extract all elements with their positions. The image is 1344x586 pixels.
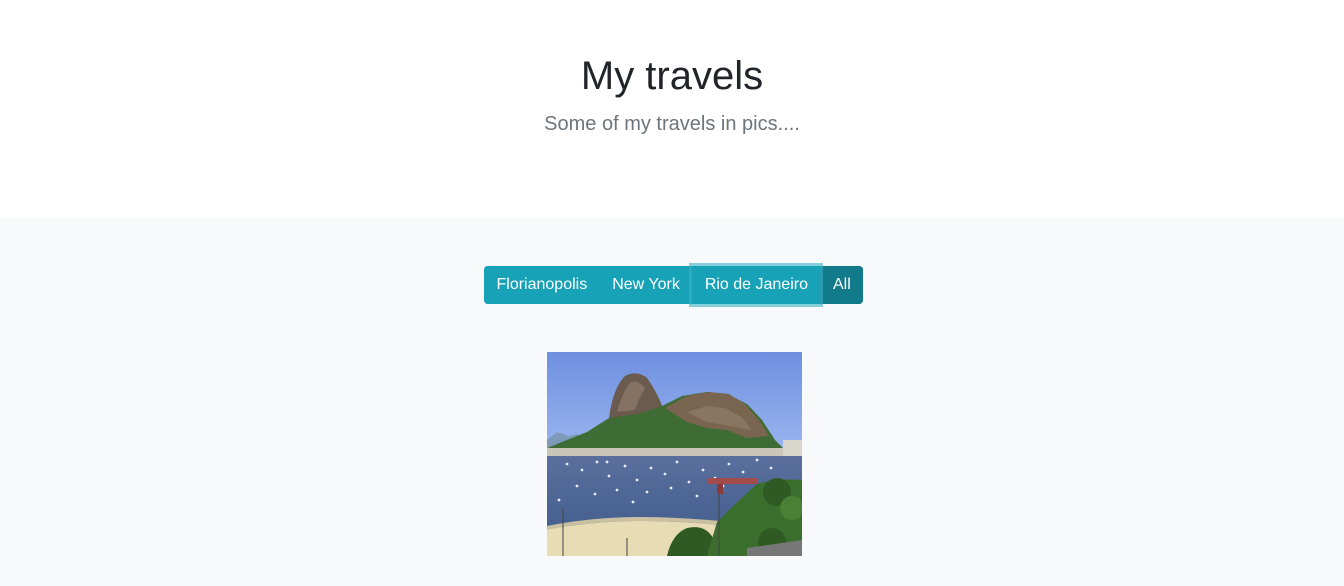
filter-button-rio-de-janeiro[interactable]: Rio de Janeiro xyxy=(692,266,821,304)
filter-button-group: Florianopolis New York Rio de Janeiro Al… xyxy=(484,266,864,304)
filter-button-all[interactable]: All xyxy=(820,266,864,304)
filter-button-new-york[interactable]: New York xyxy=(599,266,693,304)
hero-section: My travels Some of my travels in pics...… xyxy=(0,0,1344,217)
gallery-section: Florianopolis New York Rio de Janeiro Al… xyxy=(0,217,1344,586)
gallery-photo-rio[interactable] xyxy=(547,352,802,556)
page-title: My travels xyxy=(580,54,764,98)
page-subtitle: Some of my travels in pics.... xyxy=(544,113,800,135)
filter-button-florianopolis[interactable]: Florianopolis xyxy=(484,266,600,304)
